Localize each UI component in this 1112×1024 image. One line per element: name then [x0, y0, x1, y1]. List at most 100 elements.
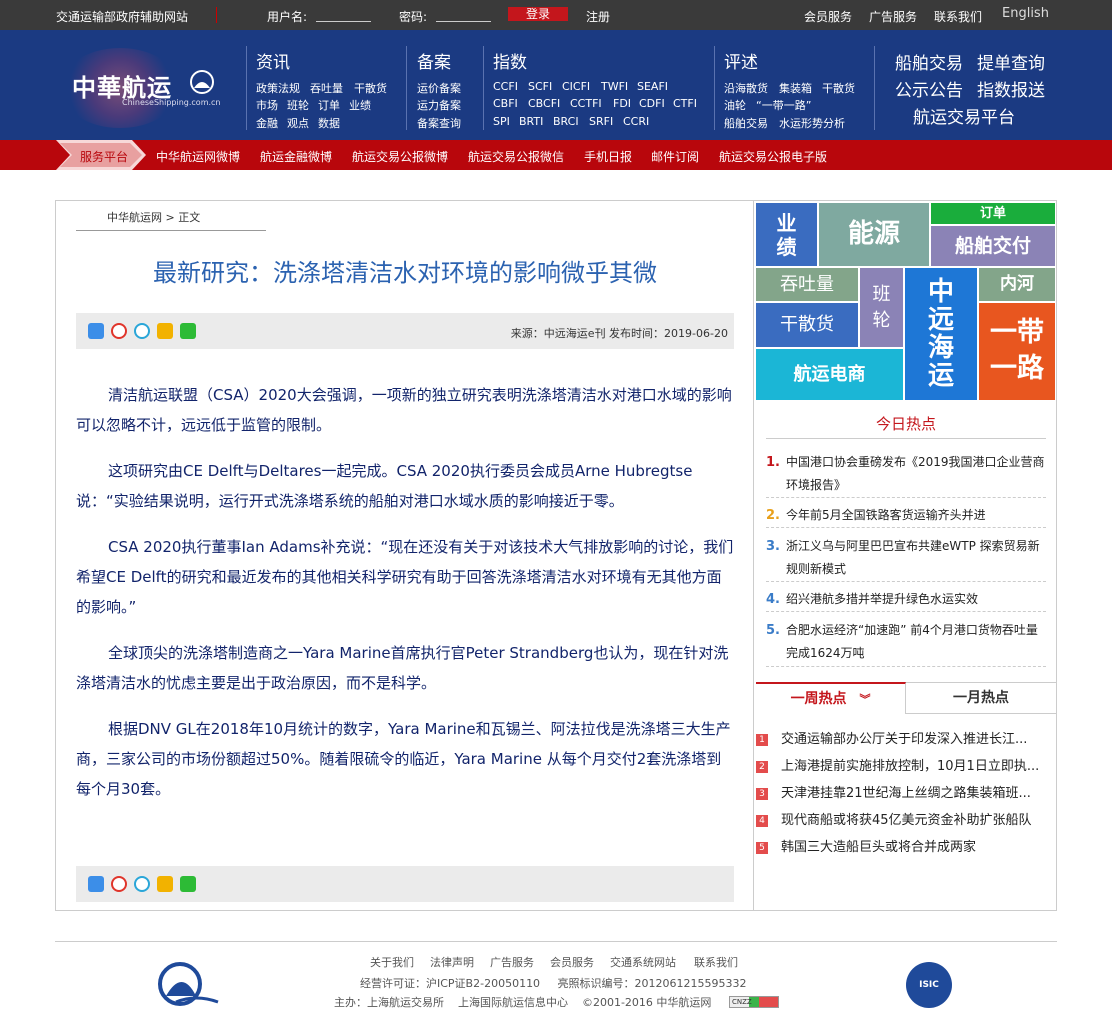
weekly-item-text[interactable]: 交通运输部办公厅关于印发深入推进长江...	[781, 727, 1056, 753]
footer-transport-link[interactable]: 交通系统网站	[610, 954, 676, 970]
weekly-item-text[interactable]: 现代商船或将获45亿美元资金补助扩张船队	[781, 808, 1056, 834]
footer-about-link[interactable]: 关于我们	[370, 954, 414, 970]
tab-weekly-hot[interactable]: 一周热点 ︾	[756, 682, 906, 714]
login-button[interactable]: 登录	[508, 7, 568, 21]
hot-item[interactable]: 3. 浙江义乌与阿里巴巴宣布共建eWTP 探索贸易新规则新模式	[766, 535, 1046, 582]
review-link[interactable]: 船舶交易	[724, 115, 768, 131]
index-link[interactable]: SPI	[493, 115, 510, 128]
weekly-item-text[interactable]: 韩国三大造船巨头或将合并成两家	[781, 835, 1056, 861]
filing-link[interactable]: 备案查询	[417, 115, 461, 131]
trading-platform-link[interactable]: 航运交易平台	[913, 103, 1015, 128]
weekly-hot-item[interactable]: 4 现代商船或将获45亿美元资金补助扩张船队	[756, 808, 1056, 834]
index-link[interactable]: SEAFI	[637, 80, 668, 93]
tile-dry-bulk[interactable]: 干散货	[756, 303, 858, 347]
nav-mobile-daily[interactable]: 手机日报	[584, 148, 632, 165]
review-link[interactable]: “一带一路”	[756, 97, 811, 113]
sohu-icon[interactable]	[157, 876, 173, 892]
member-service-link[interactable]: 会员服务	[804, 8, 852, 25]
notice-link[interactable]: 公示公告	[895, 76, 963, 101]
index-link[interactable]: TWFI	[601, 80, 628, 93]
tile-belt-road[interactable]: 一带 一路	[979, 303, 1055, 400]
index-link[interactable]: CCTFI	[570, 97, 602, 110]
tile-throughput[interactable]: 吞吐量	[756, 268, 858, 301]
footer-legal-link[interactable]: 法律声明	[430, 954, 474, 970]
weekly-hot-item[interactable]: 1 交通运输部办公厅关于印发深入推进长江...	[756, 727, 1056, 753]
tile-liner[interactable]: 班 轮	[860, 268, 903, 347]
tile-cosco[interactable]: 中 远 海 运	[905, 268, 977, 400]
news-link[interactable]: 观点	[287, 115, 309, 131]
nav-weibo-main[interactable]: 中华航运网微博	[156, 148, 240, 165]
bill-query-link[interactable]: 提单查询	[977, 49, 1045, 74]
footer-member-link[interactable]: 会员服务	[550, 954, 594, 970]
index-link[interactable]: CCFI	[493, 80, 518, 93]
nav-mail-subscribe[interactable]: 邮件订阅	[651, 148, 699, 165]
hot-item[interactable]: 5. 合肥水运经济“加速跑” 前4个月港口货物吞吐量完成1624万吨	[766, 619, 1046, 667]
nav-wechat-bulletin[interactable]: 航运交易公报微信	[468, 148, 564, 165]
weibo-icon[interactable]	[111, 876, 127, 892]
review-link[interactable]: 集装箱	[779, 80, 812, 96]
tencent-icon[interactable]	[134, 876, 150, 892]
weekly-item-text[interactable]: 天津港挂靠21世纪海上丝绸之路集装箱班...	[781, 781, 1056, 807]
tile-energy[interactable]: 能源	[819, 203, 929, 266]
review-link[interactable]: 油轮	[724, 97, 746, 113]
news-link[interactable]: 政策法规	[256, 80, 300, 96]
index-link[interactable]: CBFI	[493, 97, 518, 110]
contact-link[interactable]: 联系我们	[934, 8, 982, 25]
footer-ad-link[interactable]: 广告服务	[490, 954, 534, 970]
index-link[interactable]: SRFI	[589, 115, 613, 128]
password-input[interactable]	[436, 8, 491, 22]
ad-service-link[interactable]: 广告服务	[869, 8, 917, 25]
news-link[interactable]: 干散货	[354, 80, 387, 96]
section-title-review[interactable]: 评述	[724, 48, 758, 73]
news-link[interactable]: 金融	[256, 115, 278, 131]
index-link[interactable]: CICFI	[562, 80, 590, 93]
hot-item-text[interactable]: 今年前5月全国铁路客货运输齐头并进	[786, 508, 986, 522]
news-link[interactable]: 数据	[318, 115, 340, 131]
weekly-item-text[interactable]: 上海港提前实施排放控制，10月1日立即执...	[781, 754, 1056, 780]
weekly-hot-item[interactable]: 2 上海港提前实施排放控制，10月1日立即执...	[756, 754, 1056, 780]
share-plus-icon[interactable]	[88, 876, 104, 892]
nav-ebulletin[interactable]: 航运交易公报电子版	[719, 148, 827, 165]
index-link[interactable]: CBCFI	[528, 97, 560, 110]
index-link[interactable]: FDI	[613, 97, 631, 110]
hot-item-text[interactable]: 浙江义乌与阿里巴巴宣布共建eWTP 探索贸易新规则新模式	[786, 539, 1040, 576]
tile-ecommerce[interactable]: 航运电商	[756, 349, 903, 400]
tencent-icon[interactable]	[134, 323, 150, 339]
index-link[interactable]: BRTI	[519, 115, 543, 128]
nav-weibo-finance[interactable]: 航运金融微博	[260, 148, 332, 165]
hot-item[interactable]: 1. 中国港口协会重磅发布《2019我国港口企业营商环境报告》	[766, 451, 1046, 498]
hot-item[interactable]: 4. 绍兴港航多措并举提升绿色水运实效	[766, 588, 1046, 612]
hot-item-text[interactable]: 绍兴港航多措并举提升绿色水运实效	[786, 592, 978, 606]
news-link[interactable]: 班轮	[287, 97, 309, 113]
section-title-news[interactable]: 资讯	[256, 48, 290, 73]
section-title-filing[interactable]: 备案	[417, 48, 451, 73]
tile-performance[interactable]: 业 绩	[756, 203, 817, 266]
filing-link[interactable]: 运价备案	[417, 80, 461, 96]
index-link[interactable]: CTFI	[673, 97, 697, 110]
review-link[interactable]: 水运形势分析	[779, 115, 845, 131]
footer-contact-link[interactable]: 联系我们	[694, 954, 738, 970]
cnzz-badge[interactable]: CNZZ	[729, 996, 779, 1008]
wechat-icon[interactable]	[180, 323, 196, 339]
review-link[interactable]: 干散货	[822, 80, 855, 96]
sohu-icon[interactable]	[157, 323, 173, 339]
news-link[interactable]: 吞吐量	[310, 80, 343, 96]
filing-link[interactable]: 运力备案	[417, 97, 461, 113]
index-link[interactable]: CDFI	[639, 97, 665, 110]
hot-item-text[interactable]: 中国港口协会重磅发布《2019我国港口企业营商环境报告》	[786, 455, 1045, 492]
news-link[interactable]: 业绩	[349, 97, 371, 113]
index-link[interactable]: SCFI	[528, 80, 552, 93]
hot-item[interactable]: 2. 今年前5月全国铁路客货运输齐头并进	[766, 504, 1046, 528]
section-title-index[interactable]: 指数	[493, 48, 527, 73]
tile-inland[interactable]: 内河	[979, 268, 1055, 301]
news-link[interactable]: 订单	[318, 97, 340, 113]
weekly-hot-item[interactable]: 3 天津港挂靠21世纪海上丝绸之路集装箱班...	[756, 781, 1056, 807]
weibo-icon[interactable]	[111, 323, 127, 339]
hot-item-text[interactable]: 合肥水运经济“加速跑” 前4个月港口货物吞吐量完成1624万吨	[786, 623, 1038, 660]
index-report-link[interactable]: 指数报送	[977, 76, 1045, 101]
breadcrumb[interactable]: 中华航运网 > 正文	[76, 209, 266, 231]
review-link[interactable]: 沿海散货	[724, 80, 768, 96]
share-plus-icon[interactable]	[88, 323, 104, 339]
register-link[interactable]: 注册	[586, 8, 610, 25]
ship-trading-link[interactable]: 船舶交易	[895, 49, 963, 74]
